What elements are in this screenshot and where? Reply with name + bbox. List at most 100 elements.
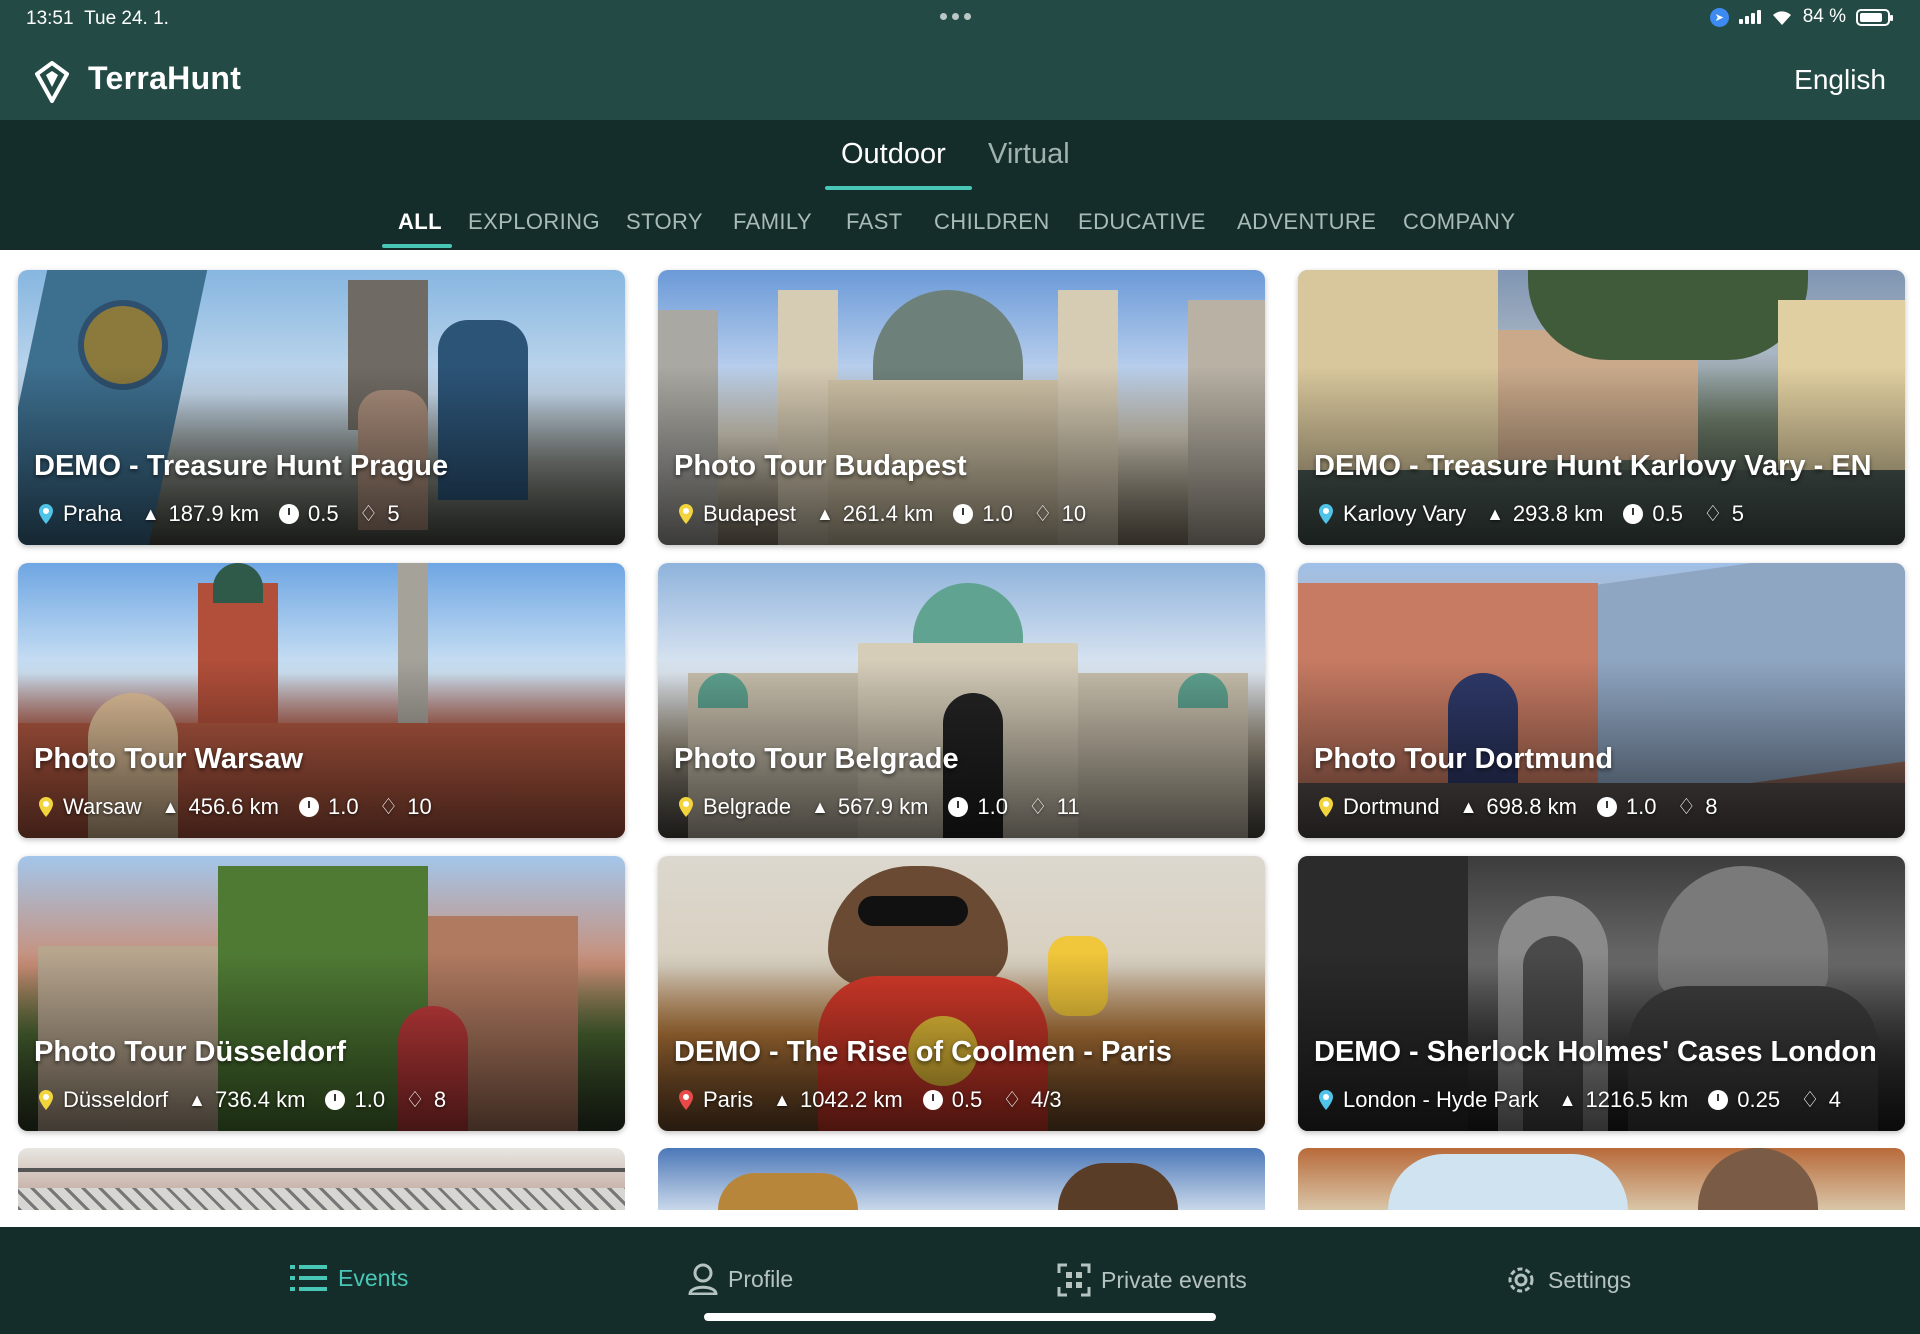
category-children[interactable]: CHILDREN bbox=[934, 209, 1050, 235]
category-exploring[interactable]: EXPLORING bbox=[468, 209, 600, 235]
event-card[interactable]: DEMO - The Rise of Coolmen - Paris Paris… bbox=[658, 856, 1265, 1131]
category-family[interactable]: FAMILY bbox=[733, 209, 812, 235]
language-selector[interactable]: English bbox=[1794, 64, 1886, 96]
distance-icon: ▲ bbox=[1459, 796, 1478, 817]
event-location: Karlovy Vary bbox=[1343, 501, 1467, 526]
event-location: Dortmund bbox=[1343, 794, 1440, 819]
category-indicator bbox=[382, 244, 452, 248]
event-card[interactable]: Photo Tour Düsseldorf Düsseldorf ▲ 736.4 … bbox=[18, 856, 625, 1131]
multitasking-dots[interactable] bbox=[940, 13, 971, 20]
distance-icon: ▲ bbox=[141, 503, 160, 524]
event-duration: 0.5 bbox=[951, 1087, 983, 1112]
event-title: DEMO - The Rise of Coolmen - Paris bbox=[674, 1036, 1172, 1068]
event-title: DEMO - Treasure Hunt Prague bbox=[34, 450, 449, 482]
category-educative[interactable]: EDUCATIVE bbox=[1078, 209, 1206, 235]
events-grid: DEMO - Treasure Hunt Prague Praha ▲ 187.9… bbox=[0, 250, 1920, 1227]
event-title: Photo Tour Dortmund bbox=[1314, 743, 1614, 775]
distance-icon: ▲ bbox=[815, 503, 834, 524]
diamond-icon: ♢ bbox=[1800, 1087, 1820, 1112]
nav-events[interactable]: Events bbox=[290, 1263, 408, 1293]
category-company[interactable]: COMPANY bbox=[1403, 209, 1515, 235]
battery-percent: 84 % bbox=[1802, 6, 1846, 27]
event-meta: Düsseldorf ▲ 736.4 km 1.0 ♢ 8 bbox=[38, 1087, 456, 1113]
distance-icon: ▲ bbox=[773, 1089, 791, 1110]
event-title: Photo Tour Düsseldorf bbox=[34, 1036, 347, 1068]
diamond-icon: ♢ bbox=[1028, 794, 1048, 819]
event-points: 10 bbox=[1061, 501, 1087, 526]
signal-icon bbox=[1738, 10, 1761, 24]
event-card[interactable]: DEMO - Treasure Hunt Karlovy Vary - EN K… bbox=[1298, 270, 1905, 545]
nav-settings[interactable]: Settings bbox=[1504, 1263, 1631, 1297]
distance-icon: ▲ bbox=[1486, 503, 1504, 524]
location-pin-icon bbox=[39, 504, 53, 524]
status-time: 13:51 Tue 24. 1. bbox=[26, 8, 169, 29]
event-duration: 1.0 bbox=[977, 794, 1008, 819]
event-meta: Budapest ▲ 261.4 km 1.0 ♢ 10 bbox=[678, 501, 1096, 527]
event-distance: 456.6 km bbox=[188, 794, 279, 819]
event-meta: Warsaw ▲ 456.6 km 1.0 ♢ 10 bbox=[38, 794, 442, 820]
event-points: 5 bbox=[1731, 501, 1744, 526]
location-pin-icon bbox=[679, 1090, 693, 1110]
event-meta: Dortmund ▲ 698.8 km 1.0 ♢ 8 bbox=[1318, 794, 1728, 820]
location-icon: ➤ bbox=[1709, 7, 1729, 27]
nav-private-events[interactable]: Private events bbox=[1057, 1263, 1247, 1297]
nav-events-label: Events bbox=[338, 1264, 409, 1291]
event-distance: 293.8 km bbox=[1512, 501, 1604, 526]
event-location: Belgrade bbox=[703, 794, 792, 819]
home-indicator[interactable] bbox=[704, 1313, 1216, 1321]
event-distance: 187.9 km bbox=[168, 501, 260, 526]
nav-profile[interactable]: Profile bbox=[688, 1263, 793, 1295]
event-card[interactable]: Photo Tour Belgrade Belgrade ▲ 567.9 km 1… bbox=[658, 563, 1265, 838]
clock-icon bbox=[1596, 797, 1617, 817]
app-title: TerraHunt bbox=[88, 60, 242, 96]
diamond-icon: ♢ bbox=[1703, 501, 1723, 526]
event-card[interactable]: DEMO - Sherlock Holmes' Cases London Lon… bbox=[1298, 856, 1905, 1131]
event-meta: Paris ▲ 1042.2 km 0.5 ♢ 4/3 bbox=[678, 1087, 1072, 1113]
event-duration: 1.0 bbox=[1625, 794, 1657, 819]
distance-icon: ▲ bbox=[161, 796, 180, 817]
clock-icon bbox=[325, 1090, 346, 1110]
event-duration: 1.0 bbox=[354, 1087, 386, 1112]
event-card-partial[interactable] bbox=[658, 1148, 1265, 1210]
diamond-icon: ♢ bbox=[1032, 501, 1053, 526]
app-header: TerraHunt English bbox=[0, 40, 1920, 120]
tab-virtual[interactable]: Virtual bbox=[988, 138, 1070, 190]
location-pin-icon bbox=[1319, 797, 1333, 817]
event-card-partial[interactable] bbox=[1298, 1148, 1905, 1210]
event-points: 8 bbox=[1705, 794, 1718, 819]
category-fast[interactable]: FAST bbox=[846, 209, 903, 235]
event-location: Budapest bbox=[703, 501, 796, 526]
event-meta: Belgrade ▲ 567.9 km 1.0 ♢ 11 bbox=[678, 794, 1090, 820]
event-points: 4/3 bbox=[1031, 1087, 1062, 1112]
location-pin-icon bbox=[1319, 504, 1333, 524]
diamond-icon: ♢ bbox=[1002, 1087, 1023, 1112]
event-card[interactable]: DEMO - Treasure Hunt Prague Praha ▲ 187.9… bbox=[18, 270, 625, 545]
category-story[interactable]: STORY bbox=[626, 209, 703, 235]
event-card[interactable]: Photo Tour Warsaw Warsaw ▲ 456.6 km 1.0 ♢… bbox=[18, 563, 625, 838]
category-adventure[interactable]: ADVENTURE bbox=[1237, 209, 1376, 235]
location-pin-icon bbox=[679, 797, 693, 817]
clock-icon bbox=[1708, 1090, 1729, 1110]
event-card[interactable]: Photo Tour Budapest Budapest ▲ 261.4 km 1… bbox=[658, 270, 1265, 545]
event-meta: London - Hyde Park ▲ 1216.5 km 0.25 ♢ 4 bbox=[1318, 1087, 1851, 1113]
diamond-icon: ♢ bbox=[1676, 794, 1697, 819]
distance-icon: ▲ bbox=[811, 796, 829, 817]
event-location: Praha bbox=[63, 501, 122, 526]
diamond-icon: ♢ bbox=[358, 501, 379, 526]
event-distance: 736.4 km bbox=[214, 1087, 306, 1112]
event-distance: 698.8 km bbox=[1486, 794, 1577, 819]
clock-icon bbox=[953, 504, 974, 524]
clock-icon bbox=[279, 504, 300, 524]
event-card[interactable]: Photo Tour Dortmund Dortmund ▲ 698.8 km 1… bbox=[1298, 563, 1905, 838]
event-location: Düsseldorf bbox=[63, 1087, 169, 1112]
event-points: 10 bbox=[407, 794, 432, 819]
qr-icon bbox=[1057, 1263, 1091, 1297]
nav-profile-label: Profile bbox=[728, 1265, 794, 1292]
event-title: DEMO - Treasure Hunt Karlovy Vary - EN bbox=[1314, 450, 1872, 482]
event-title: Photo Tour Warsaw bbox=[34, 743, 304, 775]
tab-outdoor[interactable]: Outdoor bbox=[841, 138, 946, 190]
location-pin-icon bbox=[39, 1090, 53, 1110]
category-all[interactable]: ALL bbox=[398, 209, 442, 235]
location-pin-icon bbox=[1319, 1090, 1333, 1110]
event-card-partial[interactable] bbox=[18, 1148, 625, 1210]
